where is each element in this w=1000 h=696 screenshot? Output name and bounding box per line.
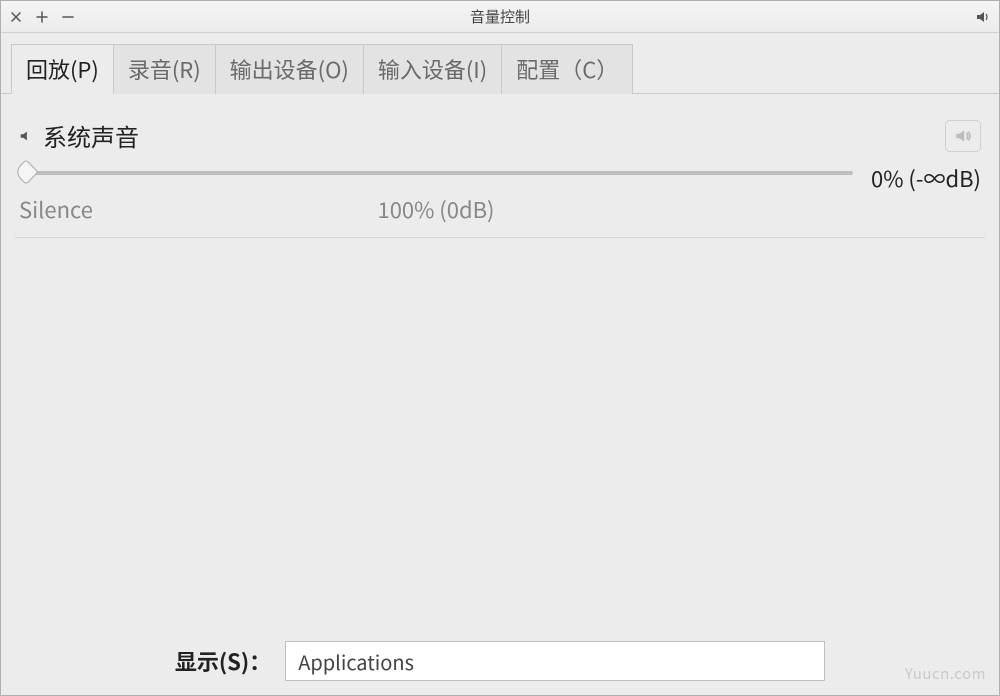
tab-bar: 回放(P) 录音(R) 输出设备(O) 输入设备(I) 配置（C） xyxy=(1,33,999,94)
titlebar: 音量控制 xyxy=(1,1,999,33)
tab-label: 输出设备(O) xyxy=(230,53,349,85)
content-spacer xyxy=(15,238,985,631)
show-bar: 显示(S)： Applications xyxy=(15,631,985,695)
show-label: 显示(S)： xyxy=(175,645,271,677)
window-controls xyxy=(9,10,75,24)
mute-button[interactable] xyxy=(945,120,981,152)
tab-playback[interactable]: 回放(P) xyxy=(11,44,114,94)
stream-main: 系统声音 Silence 100% (0dB) xyxy=(19,118,853,219)
tab-configuration[interactable]: 配置（C） xyxy=(501,44,633,94)
tab-label: 录音(R) xyxy=(128,53,201,85)
tab-label: 回放(P) xyxy=(26,53,99,85)
maximize-button[interactable] xyxy=(35,10,49,24)
content-area: 系统声音 Silence 100% (0dB) xyxy=(1,94,999,695)
tab-output-devices[interactable]: 输出设备(O) xyxy=(215,44,364,94)
window-title: 音量控制 xyxy=(1,6,999,27)
show-select[interactable]: Applications xyxy=(285,641,825,681)
show-selected-value: Applications xyxy=(298,647,414,676)
volume-readout: 0% (-∞dB) xyxy=(871,162,981,194)
volume-control-window: 音量控制 回放(P) 录音(R) 输出设备(O) 输入设备(I) 配置（C） xyxy=(0,0,1000,696)
tab-recording[interactable]: 录音(R) xyxy=(113,44,216,94)
slider-track xyxy=(19,171,853,175)
stream-header: 系统声音 xyxy=(19,118,853,153)
slider-thumb[interactable] xyxy=(13,159,38,184)
speaker-icon xyxy=(975,9,991,25)
tab-label: 输入设备(I) xyxy=(378,53,487,85)
stream-right: 0% (-∞dB) xyxy=(871,118,981,194)
speaker-icon xyxy=(19,129,33,143)
close-button[interactable] xyxy=(9,10,23,24)
slider-center-label: 100% (0dB) xyxy=(377,193,494,225)
tab-label: 配置（C） xyxy=(516,53,618,85)
slider-labels: Silence 100% (0dB) xyxy=(19,193,853,219)
tab-input-devices[interactable]: 输入设备(I) xyxy=(363,44,502,94)
slider-min-label: Silence xyxy=(19,193,93,219)
stream-system-sounds: 系统声音 Silence 100% (0dB) xyxy=(15,112,985,238)
volume-slider[interactable] xyxy=(19,161,853,185)
minimize-button[interactable] xyxy=(61,10,75,24)
stream-name: 系统声音 xyxy=(43,118,139,153)
